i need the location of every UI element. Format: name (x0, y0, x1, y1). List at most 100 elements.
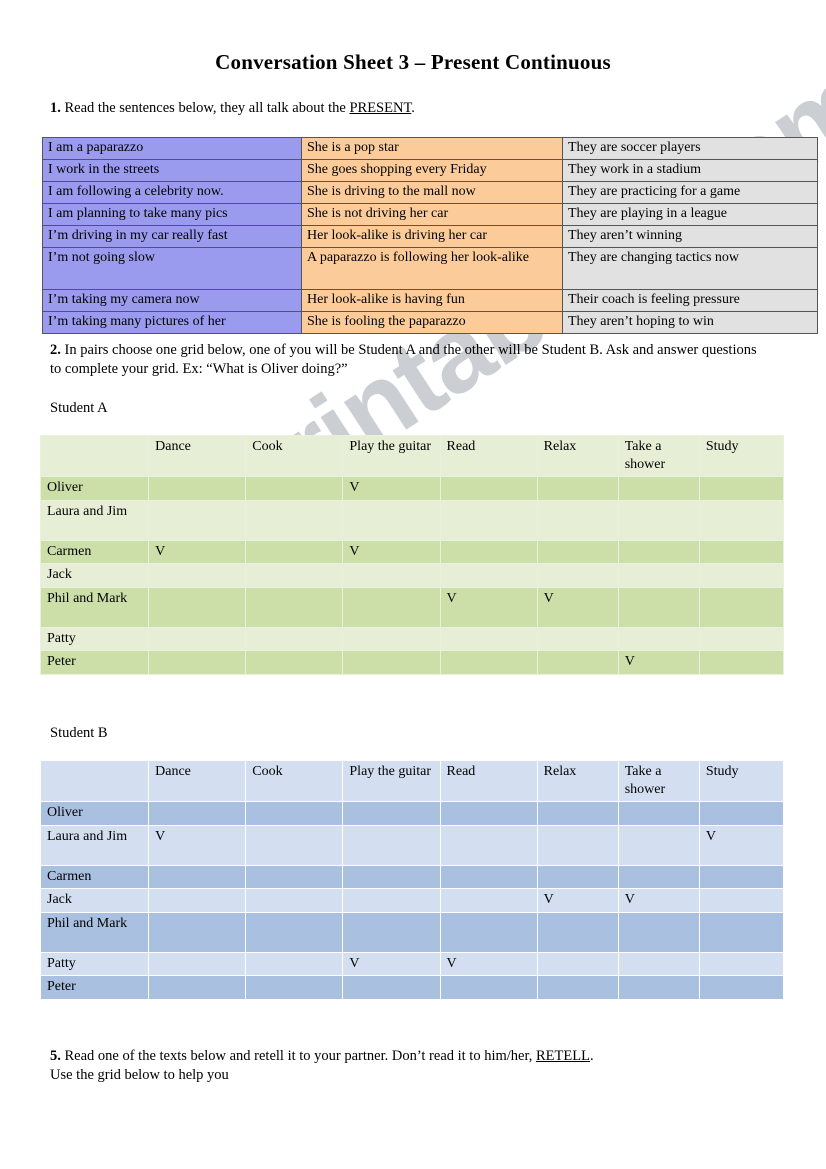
grid-cell[interactable] (342, 650, 441, 675)
grid-cell[interactable] (148, 975, 247, 1000)
grid-cell[interactable]: V (439, 586, 538, 628)
grid-cell[interactable] (439, 650, 538, 675)
grid-cell[interactable] (148, 586, 247, 628)
grid-cell[interactable] (342, 801, 441, 826)
grid-cell[interactable] (245, 824, 344, 866)
grid-cell[interactable] (245, 951, 344, 976)
grid-cell[interactable] (698, 539, 785, 564)
grid-cell[interactable] (148, 911, 247, 953)
grid-cell[interactable] (617, 951, 700, 976)
grid-cell[interactable] (245, 801, 344, 826)
grid-cell[interactable] (617, 586, 700, 628)
grid-cell[interactable] (617, 626, 700, 651)
grid-cell[interactable] (439, 499, 538, 541)
grid-cell[interactable]: V (536, 888, 619, 913)
grid-cell[interactable] (617, 476, 700, 501)
grid-cell[interactable] (245, 563, 344, 588)
grid-cell[interactable] (245, 626, 344, 651)
grid-cell[interactable] (148, 626, 247, 651)
grid-cell[interactable] (439, 801, 538, 826)
grid-cell[interactable] (342, 888, 441, 913)
grid-cell[interactable] (439, 476, 538, 501)
grid-cell[interactable] (536, 476, 619, 501)
grid-cell[interactable] (245, 499, 344, 541)
grid-cell[interactable] (342, 626, 441, 651)
grid-cell[interactable] (148, 563, 247, 588)
grid-cell[interactable] (342, 563, 441, 588)
grid-cell[interactable] (439, 864, 538, 889)
grid-cell[interactable] (536, 824, 619, 866)
grid-cell[interactable] (148, 499, 247, 541)
grid-cell[interactable] (698, 888, 785, 913)
grid-cell[interactable] (617, 911, 700, 953)
task-5-number: 5. (50, 1048, 61, 1064)
grid-cell[interactable] (698, 911, 785, 953)
grid-cell[interactable] (617, 824, 700, 866)
grid-cell[interactable]: V (536, 586, 619, 628)
grid-cell[interactable] (342, 911, 441, 953)
grid-cell[interactable] (439, 911, 538, 953)
grid-cell[interactable] (536, 801, 619, 826)
grid-cell[interactable] (536, 951, 619, 976)
grid-cell[interactable] (617, 975, 700, 1000)
grid-cell[interactable] (245, 586, 344, 628)
grid-cell[interactable]: V (148, 539, 247, 564)
grid-cell[interactable] (439, 539, 538, 564)
grid-cell[interactable] (439, 563, 538, 588)
grid-cell[interactable] (698, 626, 785, 651)
grid-cell[interactable] (245, 911, 344, 953)
grid-cell[interactable] (439, 824, 538, 866)
grid-cell[interactable] (698, 975, 785, 1000)
grid-cell[interactable] (698, 499, 785, 541)
grid-cell[interactable] (342, 824, 441, 866)
grid-cell[interactable] (536, 911, 619, 953)
grid-cell[interactable] (698, 801, 785, 826)
grid-cell[interactable] (148, 476, 247, 501)
grid-cell[interactable] (536, 975, 619, 1000)
grid-cell[interactable] (536, 563, 619, 588)
grid-cell[interactable] (148, 864, 247, 889)
grid-cell[interactable] (617, 801, 700, 826)
grid-cell[interactable]: V (342, 476, 441, 501)
grid-cell[interactable] (439, 975, 538, 1000)
grid-cell[interactable] (617, 539, 700, 564)
grid-cell[interactable] (245, 864, 344, 889)
grid-cell[interactable]: V (342, 951, 441, 976)
grid-cell[interactable] (342, 975, 441, 1000)
grid-cell[interactable] (617, 499, 700, 541)
grid-cell[interactable] (148, 650, 247, 675)
grid-cell[interactable] (439, 888, 538, 913)
grid-cell[interactable] (148, 888, 247, 913)
grid-cell[interactable] (245, 539, 344, 564)
grid-cell[interactable]: V (439, 951, 538, 976)
grid-cell[interactable] (698, 586, 785, 628)
grid-cell[interactable]: V (617, 888, 700, 913)
grid-cell[interactable] (698, 864, 785, 889)
grid-cell[interactable] (698, 476, 785, 501)
grid-cell[interactable]: V (342, 539, 441, 564)
grid-cell[interactable] (536, 539, 619, 564)
grid-cell[interactable] (698, 951, 785, 976)
grid-cell[interactable] (698, 563, 785, 588)
grid-cell[interactable]: V (148, 824, 247, 866)
grid-cell[interactable] (536, 499, 619, 541)
grid-cell[interactable] (245, 888, 344, 913)
grid-cell[interactable] (245, 650, 344, 675)
grid-cell[interactable] (342, 864, 441, 889)
grid-cell[interactable] (536, 864, 619, 889)
grid-cell[interactable] (148, 801, 247, 826)
grid-cell[interactable] (245, 476, 344, 501)
grid-cell[interactable] (245, 975, 344, 1000)
table-row: I am planning to take many pics She is n… (42, 203, 818, 226)
grid-cell[interactable] (617, 864, 700, 889)
grid-cell[interactable]: V (617, 650, 700, 675)
grid-cell[interactable] (342, 499, 441, 541)
grid-cell[interactable] (617, 563, 700, 588)
grid-cell[interactable] (698, 650, 785, 675)
grid-cell[interactable] (342, 586, 441, 628)
grid-cell[interactable] (536, 626, 619, 651)
grid-cell[interactable] (439, 626, 538, 651)
grid-cell[interactable]: V (698, 824, 785, 866)
grid-cell[interactable] (536, 650, 619, 675)
grid-cell[interactable] (148, 951, 247, 976)
